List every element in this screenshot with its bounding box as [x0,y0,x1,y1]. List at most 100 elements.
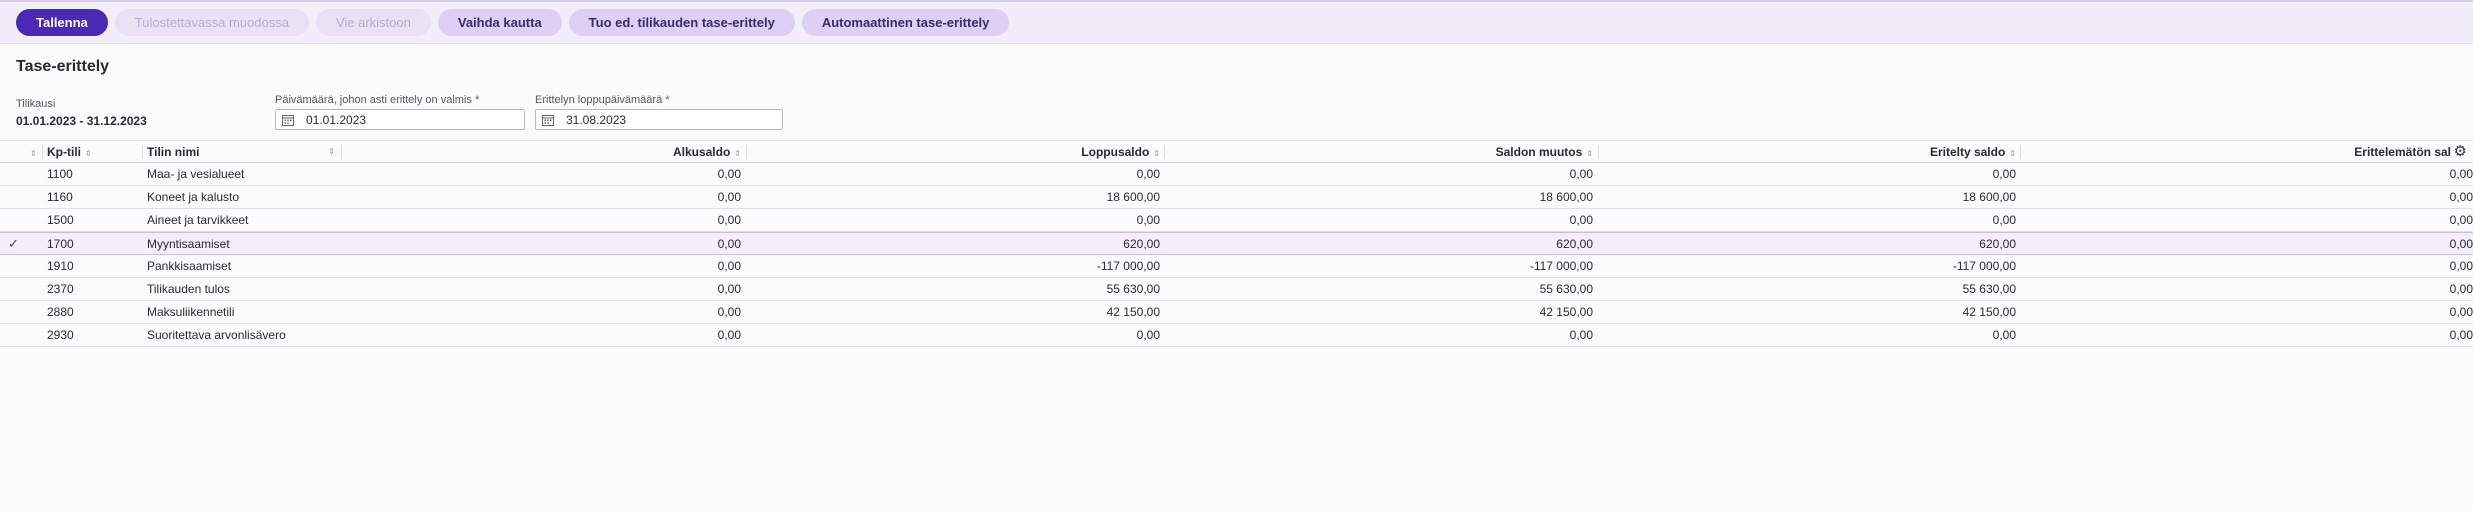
column-header-closing[interactable]: Loppusaldo ⇕ [750,141,1160,163]
column-header-change[interactable]: Saldon muutos ⇕ [1168,141,1593,163]
unitemized-balance-cell: 0,00 [2449,305,2473,319]
table-row[interactable]: 2930 Suoritettava arvonlisävero 0,00 0,00 0,… [0,324,2473,347]
column-header-closing-label: Loppusaldo [1081,145,1150,159]
unitemized-balance-cell: 0,00 [2449,213,2473,227]
toolbar: Tallenna Tulostettavassa muodossa Vie ar… [0,0,2473,44]
table-row[interactable]: 1910 Pankkisaamiset 0,00 -117 000,00 -117 00… [0,255,2473,278]
balance-change-cell: 55 630,00 [1539,282,1593,296]
sort-icon[interactable]: ⇕ [734,149,741,158]
sort-icon[interactable]: ⇕ [85,149,92,158]
opening-balance-cell: 0,00 [717,282,741,296]
opening-balance-cell: 0,00 [717,167,741,181]
account-cell: 1100 [47,167,73,181]
itemized-balance-cell: 55 630,00 [1962,282,2016,296]
account-name-cell: Maa- ja vesialueet [147,167,245,181]
column-divider[interactable] [746,145,747,159]
ready-date-input[interactable]: 01.01.2023 [275,109,525,130]
table-row[interactable]: 1100 Maa- ja vesialueet 0,00 0,00 0,00 0,00 0,… [0,163,2473,186]
column-header-name-label: Tilin nimi [147,145,200,159]
table-row[interactable]: 2370 Tilikauden tulos 0,00 55 630,00 55 630,… [0,278,2473,301]
change-period-button[interactable]: Vaihda kautta [437,9,562,36]
table-row[interactable]: 1160 Koneet ja kalusto 0,00 18 600,00 18 600… [0,186,2473,209]
auto-itemization-button[interactable]: Automaattinen tase-erittely [801,9,1010,36]
closing-balance-cell: 0,00 [1136,213,1160,227]
select-column-header[interactable]: ⇕ [26,141,37,163]
unitemized-balance-cell: 0,00 [2449,259,2473,273]
closing-balance-cell: 620,00 [1123,237,1160,251]
table-row[interactable]: ✓ 1700 Myyntisaamiset 0,00 620,00 620,00 620,0… [0,232,2473,255]
end-date-label-text: Erittelyn loppupäivämäärä [535,94,663,106]
opening-balance-cell: 0,00 [717,190,741,204]
sort-icon[interactable]: ⇕ [1586,149,1593,158]
balance-change-cell: 0,00 [1569,328,1593,342]
unitemized-balance-cell: 0,00 [2449,237,2473,251]
itemized-balance-cell: 0,00 [1992,167,2016,181]
balance-change-cell: 0,00 [1569,213,1593,227]
column-header-itemized[interactable]: Eritelty saldo ⇕ [1602,141,2016,163]
end-date-label: Erittelyn loppupäivämäärä * [535,94,670,106]
account-cell: 2930 [47,328,74,342]
ready-date-value: 01.01.2023 [306,112,367,127]
itemized-balance-cell: 0,00 [1992,213,2016,227]
column-header-unitemized[interactable]: Erittelemätön sal [2024,141,2451,163]
sort-icon[interactable]: ⇕ [30,149,37,158]
account-name-cell: Maksuliikennetili [147,305,235,319]
account-cell: 2370 [47,282,74,296]
balance-change-cell: 0,00 [1569,167,1593,181]
opening-balance-cell: 0,00 [717,259,741,273]
closing-balance-cell: 18 600,00 [1106,190,1160,204]
ready-date-label-text: Päivämäärä, johon asti erittely on valmi… [275,94,472,106]
column-header-opening[interactable]: Alkusaldo ⇕ [345,141,741,163]
column-divider[interactable] [1164,145,1165,159]
calendar-icon[interactable] [276,114,300,126]
sort-icon[interactable]: ⇕ [2009,149,2016,158]
balance-change-cell: 18 600,00 [1539,190,1593,204]
column-divider[interactable] [142,145,143,159]
account-cell: 1500 [47,213,74,227]
print-format-button[interactable]: Tulostettavassa muodossa [114,9,309,36]
account-cell: 1700 [47,237,74,251]
unitemized-balance-cell: 0,00 [2449,190,2473,204]
column-divider[interactable] [341,145,342,159]
check-icon: ✓ [8,236,19,251]
calendar-icon[interactable] [536,114,560,126]
gear-icon[interactable]: ⚙ [2454,142,2467,162]
account-name-cell: Myyntisaamiset [147,237,230,251]
unitemized-balance-cell: 0,00 [2449,282,2473,296]
archive-button[interactable]: Vie arkistoon [315,9,431,36]
balance-table: ⇕ Kp-tili ⇕ Tilin nimi ⇕ Alkusaldo ⇕ Loppus… [0,140,2473,347]
import-previous-button[interactable]: Tuo ed. tilikauden tase-erittely [568,9,795,36]
account-name-cell: Aineet ja tarvikkeet [147,213,249,227]
table-row[interactable]: 1500 Aineet ja tarvikkeet 0,00 0,00 0,00 0,00… [0,209,2473,232]
closing-balance-cell: 55 630,00 [1106,282,1160,296]
period-value: 01.01.2023 - 31.12.2023 [16,114,147,128]
itemized-balance-cell: 18 600,00 [1962,190,2016,204]
itemized-balance-cell: 0,00 [1992,328,2016,342]
account-cell: 2880 [47,305,74,319]
end-date-value: 31.08.2023 [566,112,627,127]
sort-icon[interactable]: ⇕ [328,141,335,163]
account-name-cell: Suoritettava arvonlisävero [147,328,286,342]
opening-balance-cell: 0,00 [717,305,741,319]
sort-icon[interactable]: ⇕ [1153,149,1160,158]
balance-change-cell: 42 150,00 [1539,305,1593,319]
column-divider[interactable] [42,145,43,159]
closing-balance-cell: -117 000,00 [1096,259,1160,273]
column-divider[interactable] [2020,145,2021,159]
required-mark: * [474,94,480,106]
save-button[interactable]: Tallenna [16,9,108,36]
closing-balance-cell: 0,00 [1136,167,1160,181]
balance-change-cell: -117 000,00 [1529,259,1593,273]
column-header-name[interactable]: Tilin nimi ⇕ [147,141,335,163]
unitemized-balance-cell: 0,00 [2449,328,2473,342]
column-header-change-label: Saldon muutos [1495,145,1583,159]
balance-change-cell: 620,00 [1556,237,1593,251]
page-title: Tase-erittely [16,58,110,75]
column-header-account[interactable]: Kp-tili ⇕ [47,141,92,163]
end-date-input[interactable]: 31.08.2023 [535,109,783,130]
unitemized-balance-cell: 0,00 [2449,167,2473,181]
table-row[interactable]: 2880 Maksuliikennetili 0,00 42 150,00 42 150… [0,301,2473,324]
table-header: ⇕ Kp-tili ⇕ Tilin nimi ⇕ Alkusaldo ⇕ Loppus… [0,140,2473,163]
account-name-cell: Tilikauden tulos [147,282,230,296]
column-divider[interactable] [1598,145,1599,159]
